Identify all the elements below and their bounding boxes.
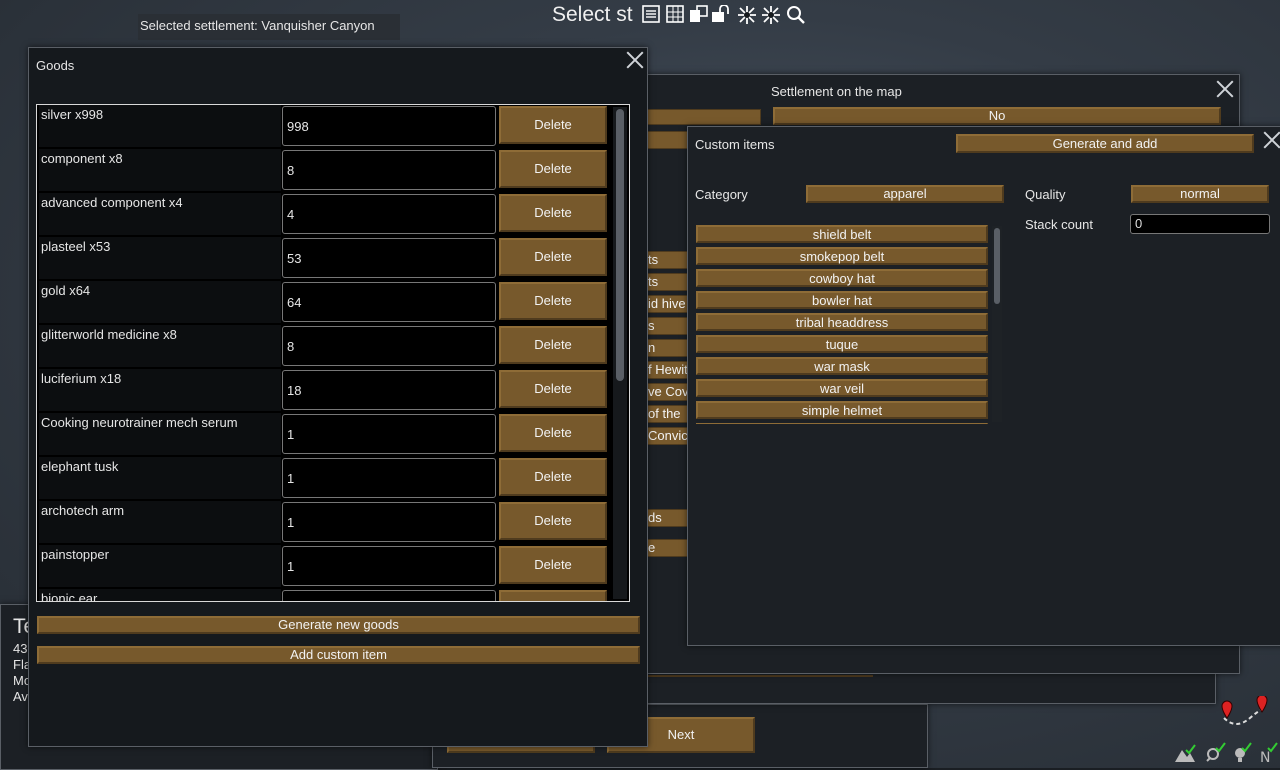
table-row: archotech arm 1 Delete [39, 501, 609, 545]
list-item[interactable]: war mask [696, 357, 988, 375]
selected-settlement-label: Selected settlement: Vanquisher Canyon [138, 14, 400, 40]
delete-button[interactable]: Delete [499, 502, 607, 540]
goods-name-cell: plasteel x53 [39, 237, 281, 279]
goods-name-cell: component x8 [39, 149, 281, 191]
settlement-on-map-toggle[interactable]: No [773, 107, 1221, 125]
close-icon[interactable] [625, 50, 645, 70]
search-toggle-icon[interactable] [1204, 742, 1226, 767]
scrollbar-thumb[interactable] [994, 228, 1000, 304]
scrollbar-thumb[interactable] [616, 109, 624, 381]
delete-button[interactable]: Delete [499, 282, 607, 320]
goods-list: silver x998 998 Delete component x8 8 De… [36, 104, 630, 602]
goods-quantity-input[interactable]: 8 [282, 150, 496, 190]
add-custom-item-button[interactable]: Add custom item [37, 646, 640, 664]
compass-toggle-icon[interactable]: N [1258, 742, 1280, 767]
world-route-markers [1210, 694, 1280, 736]
table-row: painstopper 1 Delete [39, 545, 609, 589]
list-item[interactable]: tuque [696, 335, 988, 353]
goods-quantity-input[interactable]: 1 [282, 414, 496, 454]
list-icon[interactable] [641, 5, 661, 25]
table-icon[interactable] [665, 5, 685, 25]
list-item[interactable]: tribal headdress [696, 313, 988, 331]
lock-icon[interactable] [711, 4, 731, 25]
table-row: gold x64 64 Delete [39, 281, 609, 325]
custom-items-scrollbar[interactable] [992, 226, 1002, 422]
table-row: advanced component x4 4 Delete [39, 193, 609, 237]
table-row: silver x998 998 Delete [39, 105, 609, 149]
list-item[interactable]: simple helmet [696, 401, 988, 419]
category-dropdown[interactable]: apparel [806, 185, 1004, 203]
close-icon[interactable] [1215, 79, 1235, 99]
goods-title: Goods [36, 58, 75, 73]
info-line: 43 [13, 641, 28, 656]
delete-button[interactable]: Delete [499, 194, 607, 232]
stack-count-input[interactable]: 0 [1130, 214, 1270, 234]
delete-button[interactable]: Delete [499, 106, 607, 144]
background-button[interactable] [641, 675, 873, 677]
goods-name-cell: painstopper [39, 545, 281, 587]
goods-scrollbar[interactable] [613, 107, 627, 599]
goods-quantity-input[interactable]: 4 [282, 194, 496, 234]
terrain-toggle-icon[interactable] [1174, 742, 1196, 767]
table-row: bionic ear [39, 589, 609, 601]
table-row: glitterworld medicine x8 8 Delete [39, 325, 609, 369]
goods-name-cell: silver x998 [39, 105, 281, 147]
table-row: elephant tusk 1 Delete [39, 457, 609, 501]
delete-button[interactable] [499, 590, 607, 601]
goods-name-cell: luciferium x18 [39, 369, 281, 411]
delete-button[interactable]: Delete [499, 326, 607, 364]
delete-button[interactable]: Delete [499, 370, 607, 408]
delete-button[interactable]: Delete [499, 458, 607, 496]
delete-button[interactable]: Delete [499, 414, 607, 452]
list-item[interactable]: smokepop belt [696, 247, 988, 265]
quality-dropdown[interactable]: normal [1131, 185, 1269, 203]
goods-quantity-input[interactable]: 998 [282, 106, 496, 146]
custom-items-list: shield belt smokepop belt cowboy hat bow… [695, 224, 1005, 424]
goods-name-cell: advanced component x4 [39, 193, 281, 235]
custom-items-title: Custom items [695, 137, 775, 152]
delete-button[interactable]: Delete [499, 150, 607, 188]
goods-name-cell: glitterworld medicine x8 [39, 325, 281, 367]
list-item[interactable]: shield belt [696, 225, 988, 243]
generate-and-add-button[interactable]: Generate and add [956, 134, 1254, 153]
svg-text:N: N [1260, 750, 1270, 764]
select-title: Select st [552, 3, 633, 26]
settlement-window-title: Settlement on the map [771, 84, 902, 99]
delete-button[interactable]: Delete [499, 238, 607, 276]
close-icon[interactable] [1262, 130, 1280, 150]
goods-quantity-input[interactable]: 8 [282, 326, 496, 366]
sparkle-icon[interactable] [761, 5, 781, 25]
list-item[interactable]: cowboy hat [696, 269, 988, 287]
table-row: plasteel x53 53 Delete [39, 237, 609, 281]
goods-quantity-input[interactable] [282, 590, 496, 601]
goods-quantity-input[interactable]: 64 [282, 282, 496, 322]
goods-name-cell: Cooking neurotrainer mech serum [39, 413, 281, 455]
list-item[interactable]: war veil [696, 379, 988, 397]
list-item[interactable]: bowler hat [696, 291, 988, 309]
category-label: Category [695, 187, 748, 202]
goods-quantity-input[interactable]: 1 [282, 546, 496, 586]
quality-label: Quality [1025, 187, 1066, 202]
layers-icon[interactable] [689, 5, 709, 25]
table-row: component x8 8 Delete [39, 149, 609, 193]
goods-quantity-input[interactable]: 1 [282, 502, 496, 542]
search-icon[interactable] [786, 5, 806, 25]
goods-name-cell: gold x64 [39, 281, 281, 323]
stack-count-label: Stack count [1025, 217, 1093, 232]
goods-quantity-input[interactable]: 53 [282, 238, 496, 278]
delete-button[interactable]: Delete [499, 546, 607, 584]
table-row: luciferium x18 18 Delete [39, 369, 609, 413]
lightbulb-toggle-icon[interactable] [1230, 742, 1252, 767]
goods-name-cell: bionic ear [39, 589, 281, 601]
info-line: Av [13, 689, 28, 704]
list-item[interactable] [696, 423, 988, 424]
goods-name-cell: elephant tusk [39, 457, 281, 499]
goods-quantity-input[interactable]: 1 [282, 458, 496, 498]
goods-quantity-input[interactable]: 18 [282, 370, 496, 410]
map-overlay-toggles: N [1172, 740, 1280, 766]
sparkle-icon[interactable] [737, 5, 757, 25]
table-row: Cooking neurotrainer mech serum 1 Delete [39, 413, 609, 457]
goods-name-cell: archotech arm [39, 501, 281, 543]
generate-new-goods-button[interactable]: Generate new goods [37, 616, 640, 634]
